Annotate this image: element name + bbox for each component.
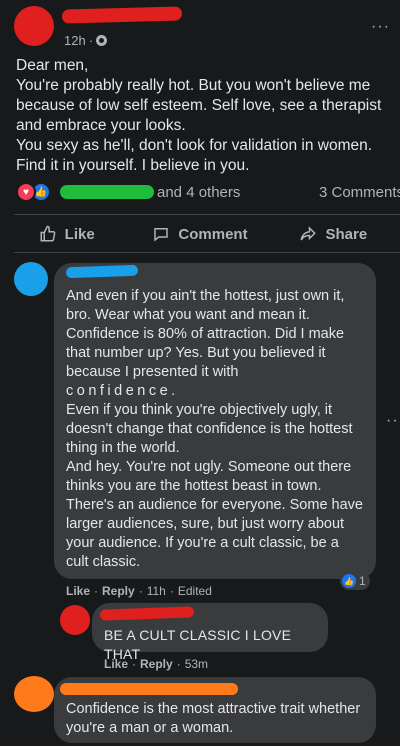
share-icon (300, 226, 317, 241)
comment-reaction-badge[interactable]: 👍 1 (340, 572, 370, 590)
reaction-icons[interactable]: ♥ 👍 (16, 182, 51, 202)
post-meta: 12h · (64, 33, 108, 48)
comment-like-link[interactable]: Like (66, 584, 90, 598)
reply-time[interactable]: 53m (185, 657, 208, 671)
commenter-avatar[interactable] (14, 676, 54, 712)
poster-name-redacted[interactable] (61, 6, 183, 24)
comment-reply-link[interactable]: Reply (102, 584, 135, 598)
globe-icon (96, 35, 108, 46)
reply-reply-link[interactable]: Reply (140, 657, 173, 671)
comments-count[interactable]: 3 Comments (319, 184, 400, 201)
comment-time[interactable]: 11h (147, 584, 166, 598)
reactor-names-redacted[interactable] (60, 185, 154, 199)
post-time[interactable]: 12h (64, 33, 86, 48)
comment-meta: Like · Reply · 11h · Edited (66, 584, 212, 598)
comment-icon (154, 228, 169, 242)
love-reaction-icon: ♥ (16, 182, 36, 202)
like-reaction-icon: 👍 (342, 574, 356, 588)
commenter-avatar[interactable] (14, 262, 48, 296)
poster-avatar[interactable] (14, 6, 54, 46)
divider (14, 252, 400, 253)
action-bar: Like Comment Share (0, 215, 400, 253)
comment-edited: Edited (177, 584, 212, 598)
thumbs-up-icon (40, 225, 56, 242)
comment-more-icon[interactable]: ··· (386, 412, 400, 430)
reply-like-link[interactable]: Like (104, 657, 128, 671)
like-button[interactable]: Like (0, 215, 133, 253)
post-body: Dear men, You're probably really hot. Bu… (16, 57, 382, 174)
reply-meta: Like · Reply · 53m (104, 657, 209, 671)
share-button[interactable]: Share (267, 215, 400, 253)
comment-bubble: And even if you ain't the hottest, just … (54, 263, 376, 579)
more-options-icon[interactable]: ··· (371, 18, 390, 36)
replier-avatar[interactable] (60, 605, 90, 635)
comment-button[interactable]: Comment (133, 215, 266, 253)
commenter-name-redacted[interactable] (60, 683, 238, 695)
reaction-others[interactable]: and 4 others (157, 184, 240, 201)
